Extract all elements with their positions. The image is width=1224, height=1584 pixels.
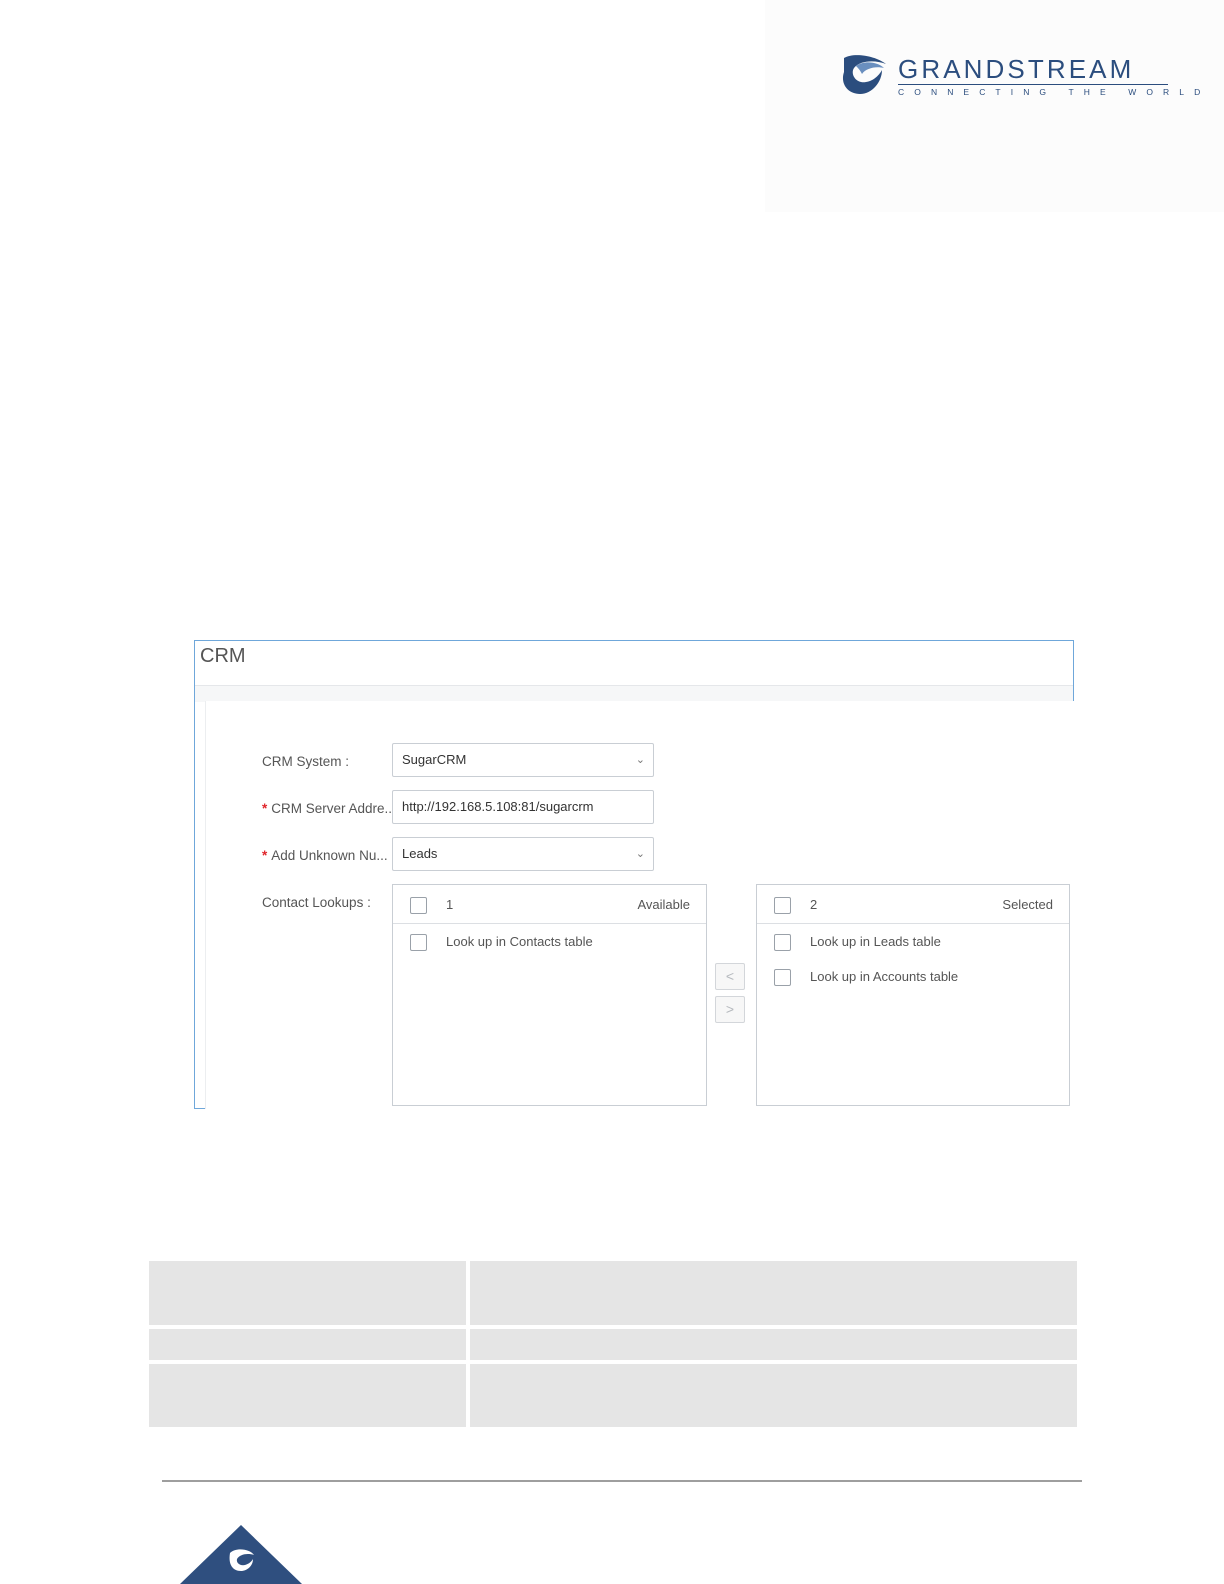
required-marker: * <box>262 801 268 816</box>
panel-separator <box>195 685 1073 702</box>
footer-rule <box>162 1480 1082 1482</box>
crm-system-label: CRM System : <box>262 754 349 769</box>
list-item-label: Look up in Leads table <box>810 934 941 949</box>
contact-lookups-label: Contact Lookups : <box>262 895 371 910</box>
add-unknown-label: * Add Unknown Nu... <box>262 848 388 863</box>
server-address-label-text: CRM Server Addre... <box>271 801 396 816</box>
table-cell <box>470 1329 1077 1360</box>
brand-tagline: CONNECTING THE WORLD <box>898 87 1211 97</box>
table-cell <box>470 1364 1077 1427</box>
table-cell <box>149 1261 466 1325</box>
chevron-down-icon: ⌄ <box>635 754 645 766</box>
table-cell <box>470 1261 1077 1325</box>
available-select-all-checkbox[interactable] <box>410 897 427 914</box>
add-unknown-label-text: Add Unknown Nu... <box>271 848 388 863</box>
server-address-label: * CRM Server Addre... <box>262 801 396 816</box>
table-cell <box>149 1329 466 1360</box>
selected-count: 2 <box>810 897 818 912</box>
label-separator: : <box>345 754 350 769</box>
crm-form: CRM System : SugarCRM ⌄ * CRM Server Addr… <box>205 701 1074 1109</box>
item-checkbox[interactable] <box>774 969 791 986</box>
grandstream-swirl-icon <box>180 1525 302 1584</box>
grandstream-swirl-icon <box>842 55 886 94</box>
brand-name: GRANDSTREAM <box>898 54 1135 84</box>
header-background <box>765 0 1224 212</box>
brand-rule <box>898 84 1168 85</box>
server-address-value: http://192.168.5.108:81/sugarcrm <box>402 799 594 814</box>
grandstream-logo: GRANDSTREAM CONNECTING THE WORLD <box>842 54 1200 100</box>
table-cell <box>149 1364 466 1427</box>
crm-panel: CRM CRM System : SugarCRM ⌄ * CRM Server … <box>194 640 1074 1109</box>
list-item-label: Look up in Accounts table <box>810 969 959 984</box>
move-right-button[interactable]: > <box>715 996 745 1023</box>
label-separator: : <box>367 895 371 910</box>
add-unknown-value: Leads <box>402 846 438 861</box>
contact-lookups-label-text: Contact Lookups <box>262 895 364 910</box>
available-count: 1 <box>446 897 454 912</box>
crm-system-select[interactable]: SugarCRM ⌄ <box>392 743 654 777</box>
selected-title: Selected <box>1002 897 1053 912</box>
item-checkbox[interactable] <box>774 934 791 951</box>
selected-transfer-list: 2 Selected Look up in Leads table Look u… <box>756 884 1070 1106</box>
crm-system-value: SugarCRM <box>402 752 467 767</box>
server-address-input[interactable]: http://192.168.5.108:81/sugarcrm <box>392 790 654 824</box>
available-title: Available <box>637 897 690 912</box>
chevron-down-icon: ⌄ <box>635 848 645 860</box>
available-list-header: 1 Available <box>393 885 706 924</box>
available-transfer-list: 1 Available Look up in Contacts table <box>392 884 707 1106</box>
panel-title: CRM <box>200 645 246 667</box>
selected-select-all-checkbox[interactable] <box>774 897 791 914</box>
add-unknown-select[interactable]: Leads ⌄ <box>392 837 654 871</box>
selected-list-header: 2 Selected <box>757 885 1069 924</box>
list-item-label: Look up in Contacts table <box>446 934 593 949</box>
item-checkbox[interactable] <box>410 934 427 951</box>
required-marker: * <box>262 848 268 863</box>
move-left-button[interactable]: < <box>715 963 745 990</box>
crm-system-label-text: CRM System <box>262 754 342 769</box>
